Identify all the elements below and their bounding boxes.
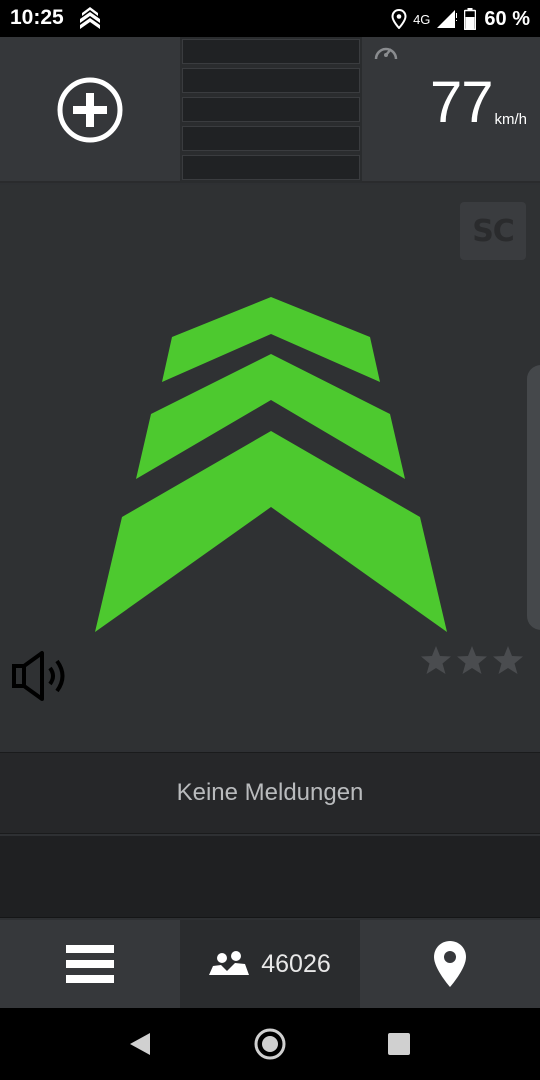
status-time: 10:25 — [10, 6, 64, 29]
plus-circle-icon — [57, 77, 123, 143]
back-icon[interactable] — [126, 1030, 154, 1058]
signal-icon — [437, 10, 458, 28]
recent-apps-icon[interactable] — [386, 1031, 412, 1057]
meter-segment — [182, 155, 360, 180]
star-icon — [493, 646, 523, 674]
signal-meter — [180, 37, 362, 183]
secondary-bar — [0, 836, 540, 918]
battery-icon — [464, 8, 477, 30]
app-chevron-icon — [80, 7, 100, 29]
main-area: SC — [0, 185, 540, 750]
android-nav-bar — [0, 1008, 540, 1080]
side-drawer-handle[interactable] — [527, 365, 540, 630]
speedometer-icon — [374, 47, 398, 60]
speaker-button[interactable] — [12, 648, 76, 704]
network-type: 4G — [413, 11, 431, 27]
message-text: Keine Meldungen — [176, 779, 364, 806]
users-button[interactable]: 46026 — [180, 920, 360, 1008]
meter-segment — [182, 39, 360, 64]
home-icon[interactable] — [252, 1026, 288, 1062]
message-bar[interactable]: Keine Meldungen — [0, 752, 540, 834]
hamburger-menu-icon — [66, 945, 114, 983]
green-chevron-logo — [95, 297, 447, 632]
bottom-toolbar: 46026 — [0, 920, 540, 1008]
status-bar: 10:25 4G 60 % — [0, 0, 540, 37]
location-pin-icon — [391, 9, 407, 29]
meter-segment — [182, 97, 360, 122]
sc-button[interactable]: SC — [460, 202, 526, 260]
users-icon — [209, 951, 250, 975]
location-button[interactable] — [360, 920, 540, 1008]
add-report-button[interactable] — [0, 37, 180, 183]
speed-unit: km/h — [494, 111, 528, 128]
status-icons: 4G 60 % — [391, 6, 530, 32]
top-panel: 77 km/h — [0, 37, 540, 183]
meter-segment — [182, 68, 360, 93]
meter-segment — [182, 126, 360, 151]
users-count: 46026 — [261, 949, 331, 978]
star-icon — [457, 646, 487, 674]
speed-value: 77 — [430, 70, 494, 135]
star-icon — [421, 646, 451, 674]
speaker-icon — [12, 651, 65, 701]
location-pin-icon — [434, 941, 466, 987]
battery-percent: 60 % — [484, 7, 530, 30]
speed-readout: 77 km/h — [430, 74, 527, 132]
menu-button[interactable] — [0, 920, 180, 1008]
rating-stars — [420, 645, 524, 675]
